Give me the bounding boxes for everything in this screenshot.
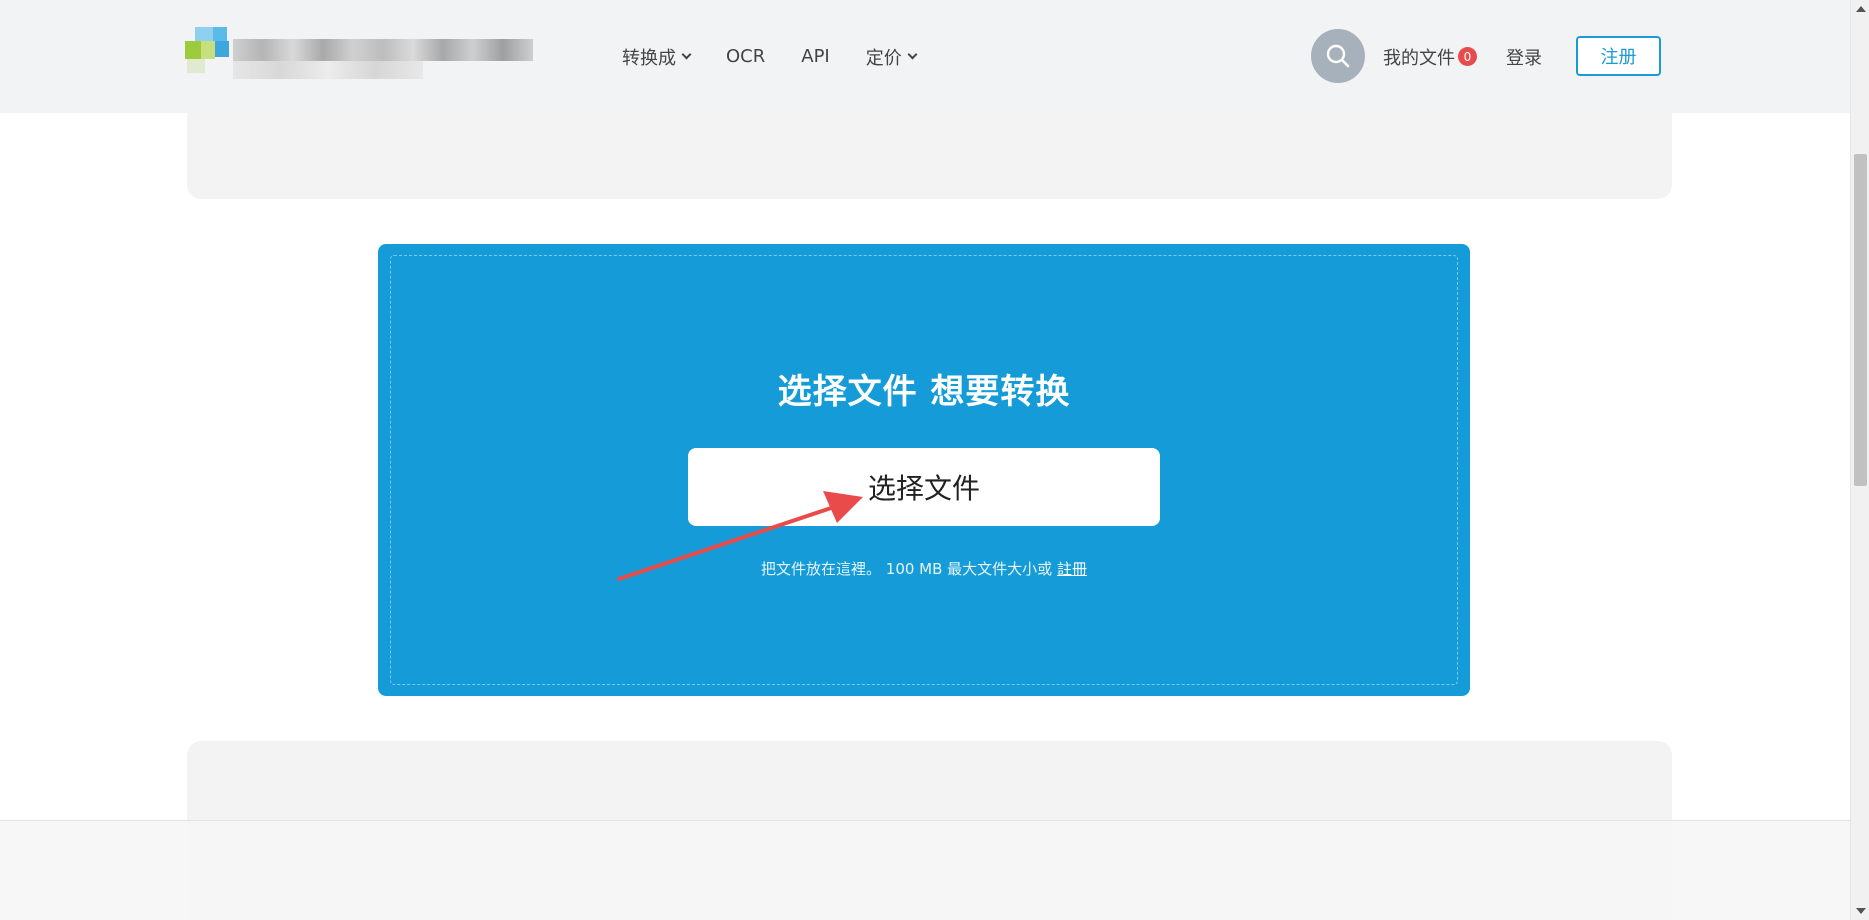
- nav-item-label: API: [801, 46, 830, 67]
- scroll-down-icon[interactable]: [1856, 908, 1866, 914]
- upload-hint: 把文件放在這裡。 100 MB 最大文件大小或 註冊: [378, 558, 1470, 579]
- main-nav: 转换成 OCR API 定价: [622, 0, 952, 113]
- bottom-bar: [0, 820, 1850, 920]
- scroll-up-icon[interactable]: [1856, 6, 1866, 12]
- nav-item-ocr[interactable]: OCR: [726, 46, 765, 67]
- register-link[interactable]: 註冊: [1057, 560, 1087, 578]
- upload-title: 选择文件 想要转换: [777, 372, 1071, 412]
- file-count-badge: 0: [1458, 47, 1477, 66]
- page-scrollbar[interactable]: [1850, 0, 1869, 920]
- top-panel: [187, 100, 1672, 199]
- nav-item-api[interactable]: API: [801, 46, 829, 67]
- nav-item-pricing[interactable]: 定价: [865, 44, 918, 70]
- search-button[interactable]: [1311, 29, 1365, 83]
- login-link[interactable]: 登录: [1506, 0, 1542, 113]
- nav-item-label: 定价: [865, 47, 902, 69]
- login-label: 登录: [1506, 47, 1542, 69]
- upload-dropzone[interactable]: 选择文件 想要转换 选择文件 把文件放在這裡。 100 MB 最大文件大小或 註…: [378, 244, 1470, 696]
- nav-item-convert[interactable]: 转换成: [622, 44, 692, 70]
- page: 转换成 OCR API 定价 我的文件 0 登录 注册 选择文件 想要转换 选择…: [0, 0, 1869, 920]
- choose-file-label: 选择文件: [867, 472, 980, 505]
- scrollbar-thumb[interactable]: [1854, 154, 1867, 486]
- chevron-down-icon: [681, 49, 692, 59]
- chevron-down-icon: [907, 49, 918, 59]
- annotation-arrow-icon: [617, 491, 863, 581]
- register-button[interactable]: 注册: [1576, 36, 1661, 76]
- my-files-link[interactable]: 我的文件 0: [1383, 0, 1477, 113]
- nav-item-label: OCR: [726, 46, 766, 67]
- register-label: 注册: [1600, 47, 1637, 68]
- search-icon: [1326, 44, 1350, 68]
- site-logo[interactable]: [185, 25, 535, 85]
- nav-item-label: 转换成: [622, 47, 676, 69]
- site-header: 转换成 OCR API 定价 我的文件 0 登录 注册: [0, 0, 1850, 113]
- my-files-label: 我的文件: [1383, 47, 1455, 69]
